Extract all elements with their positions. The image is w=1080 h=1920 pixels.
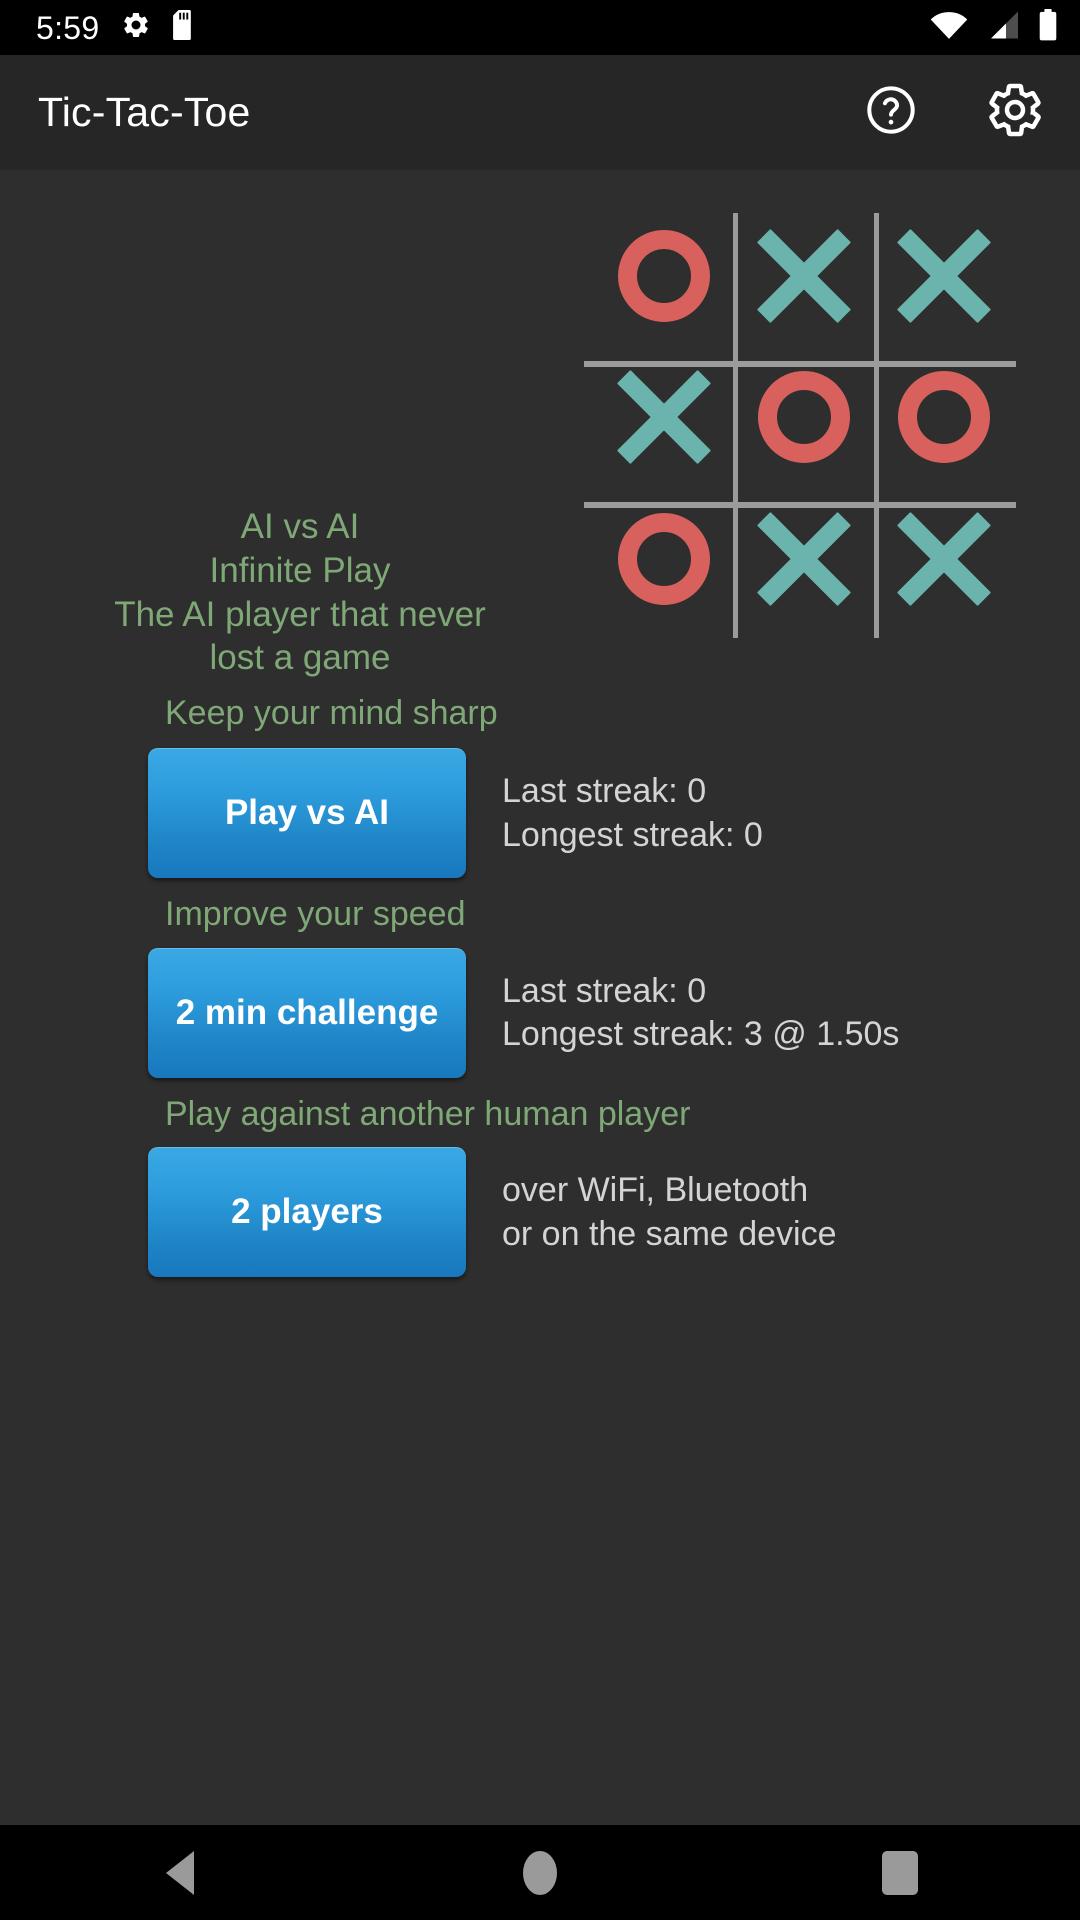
- mark-o: [618, 229, 710, 322]
- settings-button[interactable]: [984, 82, 1046, 144]
- mode-2min-challenge: Improve your speed 2 min challenge Last …: [0, 895, 1080, 1078]
- tagline-line-4: lost a game: [209, 638, 391, 678]
- nav-recents-button[interactable]: [825, 1825, 975, 1920]
- app-bar: Tic-Tac-Toe: [0, 55, 1080, 170]
- status-bar-left: 5:59: [36, 10, 195, 45]
- cell-signal-icon: [986, 10, 1020, 45]
- mode-heading: Improve your speed: [165, 895, 466, 934]
- recents-square-icon: [882, 1850, 918, 1895]
- mark-o: [898, 371, 990, 464]
- mark-x: [896, 228, 992, 324]
- mode-sections: Keep your mind sharp Play vs AI Last str…: [0, 694, 1080, 1285]
- mode-heading: Play against another human player: [165, 1094, 691, 1133]
- mode-play-vs-ai: Keep your mind sharp Play vs AI Last str…: [0, 694, 1080, 879]
- mode-stats: Last streak: 0 Longest streak: 0: [502, 748, 763, 857]
- nav-home-button[interactable]: [465, 1825, 615, 1920]
- back-triangle-icon: [166, 1850, 194, 1895]
- mode-body: Play vs AI Last streak: 0 Longest streak…: [0, 748, 1080, 879]
- wifi-icon: [930, 10, 968, 45]
- home-circle-icon: [523, 1850, 557, 1895]
- board-cell-0-2: [874, 205, 1014, 347]
- sd-card-icon: [173, 10, 195, 45]
- board-grid: [594, 205, 1014, 630]
- settings-gear-icon: [985, 80, 1045, 145]
- mode-stats: over WiFi, Bluetooth or on the same devi…: [502, 1147, 837, 1256]
- mark-o: [618, 513, 710, 606]
- page-title: Tic-Tac-Toe: [38, 89, 251, 135]
- help-button[interactable]: [860, 82, 922, 144]
- board-cell-2-0: [594, 488, 734, 630]
- mark-x: [616, 369, 712, 465]
- board-cell-0-1: [734, 205, 874, 347]
- status-bar-right: [930, 9, 1058, 46]
- connection-text-line-2: or on the same device: [502, 1214, 837, 1253]
- tagline-block: AI vs AI Infinite Play The AI player tha…: [60, 505, 540, 680]
- board-cell-0-0: [594, 205, 734, 347]
- gear-icon: [121, 10, 151, 45]
- app-bar-actions: [860, 82, 1046, 144]
- last-streak-text: Last streak: 0: [502, 772, 707, 811]
- board-cell-1-2: [874, 347, 1014, 489]
- tagline-line-3: The AI player that never: [114, 594, 486, 634]
- status-clock: 5:59: [36, 9, 100, 46]
- nav-back-button[interactable]: [105, 1825, 255, 1920]
- mode-body: 2 min challenge Last streak: 0 Longest s…: [0, 947, 1080, 1078]
- tic-tac-toe-board: [584, 205, 1016, 638]
- longest-streak-text: Longest streak: 3 @ 1.50s: [502, 1015, 900, 1054]
- mode-heading: Keep your mind sharp: [165, 694, 498, 732]
- board-cell-2-1: [734, 488, 874, 630]
- help-icon: [863, 82, 919, 143]
- connection-text-line-1: over WiFi, Bluetooth: [502, 1171, 809, 1210]
- mark-x: [756, 228, 852, 324]
- mode-body: 2 players over WiFi, Bluetooth or on the…: [0, 1147, 1080, 1278]
- last-streak-text: Last streak: 0: [502, 971, 707, 1010]
- tagline-line-2: Infinite Play: [209, 550, 391, 590]
- battery-icon: [1038, 9, 1058, 46]
- mark-x: [756, 511, 852, 607]
- tagline-line-1: AI vs AI: [240, 507, 360, 546]
- main-content: AI vs AI Infinite Play The AI player tha…: [0, 170, 1080, 1825]
- mode-two-players: Play against another human player 2 play…: [0, 1094, 1080, 1278]
- play-vs-ai-button[interactable]: Play vs AI: [148, 748, 466, 879]
- board-cell-2-2: [874, 488, 1014, 630]
- mode-stats: Last streak: 0 Longest streak: 3 @ 1.50s: [502, 948, 899, 1057]
- longest-streak-text: Longest streak: 0: [502, 815, 763, 854]
- status-bar: 5:59: [0, 0, 1080, 55]
- two-min-challenge-button[interactable]: 2 min challenge: [148, 947, 466, 1078]
- phone-screen: 5:59 Tic-Tac-Toe AI vs AI Infinite Play …: [0, 0, 1080, 1920]
- mark-o: [758, 371, 850, 464]
- mark-x: [896, 511, 992, 607]
- two-players-button[interactable]: 2 players: [148, 1147, 466, 1278]
- hero-section: AI vs AI Infinite Play The AI player tha…: [0, 170, 1080, 677]
- board-cell-1-0: [594, 347, 734, 489]
- board-cell-1-1: [734, 347, 874, 489]
- android-navigation-bar: [0, 1825, 1080, 1920]
